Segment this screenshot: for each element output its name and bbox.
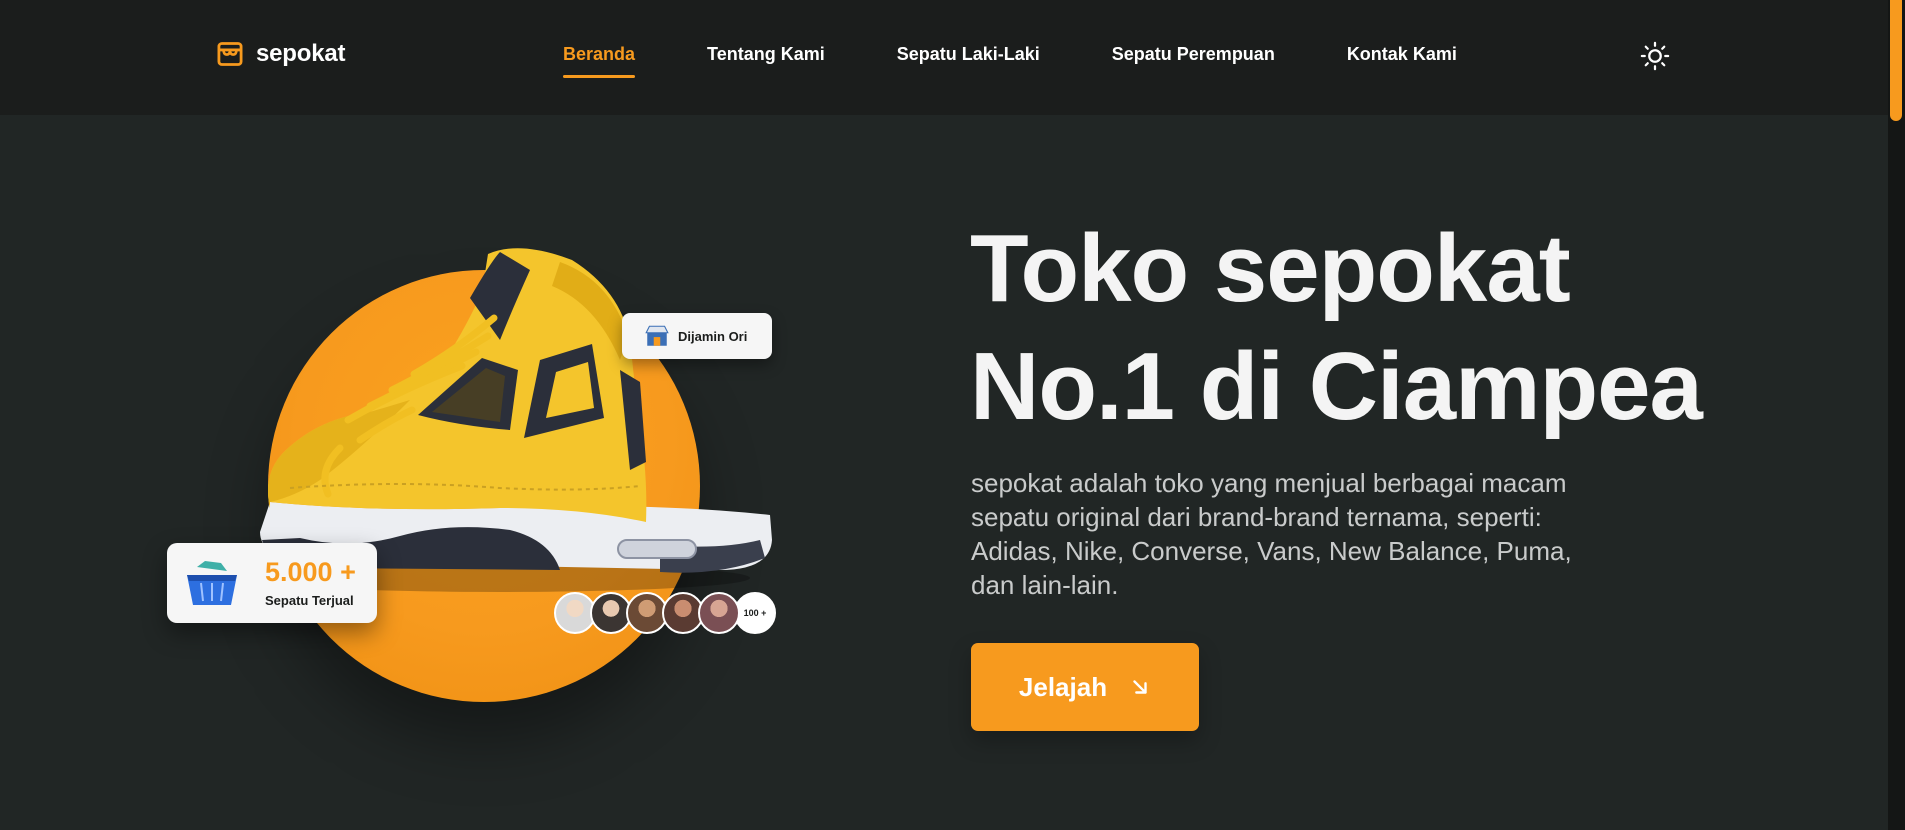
arrow-down-right-icon [1133, 680, 1147, 694]
brand-logo[interactable]: sepokat [216, 40, 346, 68]
hero-title-line-1: Toko sepokat [970, 215, 1571, 322]
scrollbar-track[interactable] [1888, 0, 1905, 830]
store-front-icon [645, 325, 669, 346]
customer-avatars: 100 + [554, 592, 776, 634]
jelajah-button[interactable]: Jelajah [971, 643, 1199, 731]
hero-title-line-2: No.1 di Ciampea [970, 333, 1703, 440]
avatar-more-count: 100 + [734, 592, 776, 634]
nav-beranda[interactable]: Beranda [563, 44, 636, 78]
nav-sepatu-perempuan[interactable]: Sepatu Perempuan [1112, 44, 1275, 65]
hero-title: Toko sepokat No.1 di Ciampea [970, 210, 1703, 446]
store-icon [217, 42, 243, 66]
hero-description: sepokat adalah toko yang menjual berbaga… [971, 468, 1572, 600]
sold-label: Sepatu Terjual [265, 593, 354, 608]
sold-count: 5.000 + [265, 557, 356, 587]
hero-visual: Dijamin Ori 5.000 + Sepatu Terjual 100 + [160, 240, 800, 780]
nav-tentang-kami[interactable]: Tentang Kami [707, 44, 825, 65]
scrollbar-thumb[interactable] [1890, 0, 1902, 121]
nav-sepatu-laki-laki[interactable]: Sepatu Laki-Laki [897, 44, 1040, 65]
badge-original: Dijamin Ori [622, 313, 772, 359]
main-nav: Beranda Tentang Kami Sepatu Laki-Laki Se… [563, 44, 1529, 78]
nav-kontak-kami[interactable]: Kontak Kami [1347, 44, 1457, 65]
jelajah-button-label: Jelajah [1018, 671, 1108, 702]
brand-name: sepokat [256, 40, 346, 67]
site-header: sepokat Beranda Tentang Kami Sepatu Laki… [0, 0, 1888, 115]
sun-icon[interactable] [1640, 41, 1670, 71]
sold-card: 5.000 + Sepatu Terjual [167, 543, 377, 623]
badge-original-label: Dijamin Ori [678, 328, 748, 344]
avatar [698, 592, 740, 634]
shopping-basket-icon [187, 561, 237, 605]
